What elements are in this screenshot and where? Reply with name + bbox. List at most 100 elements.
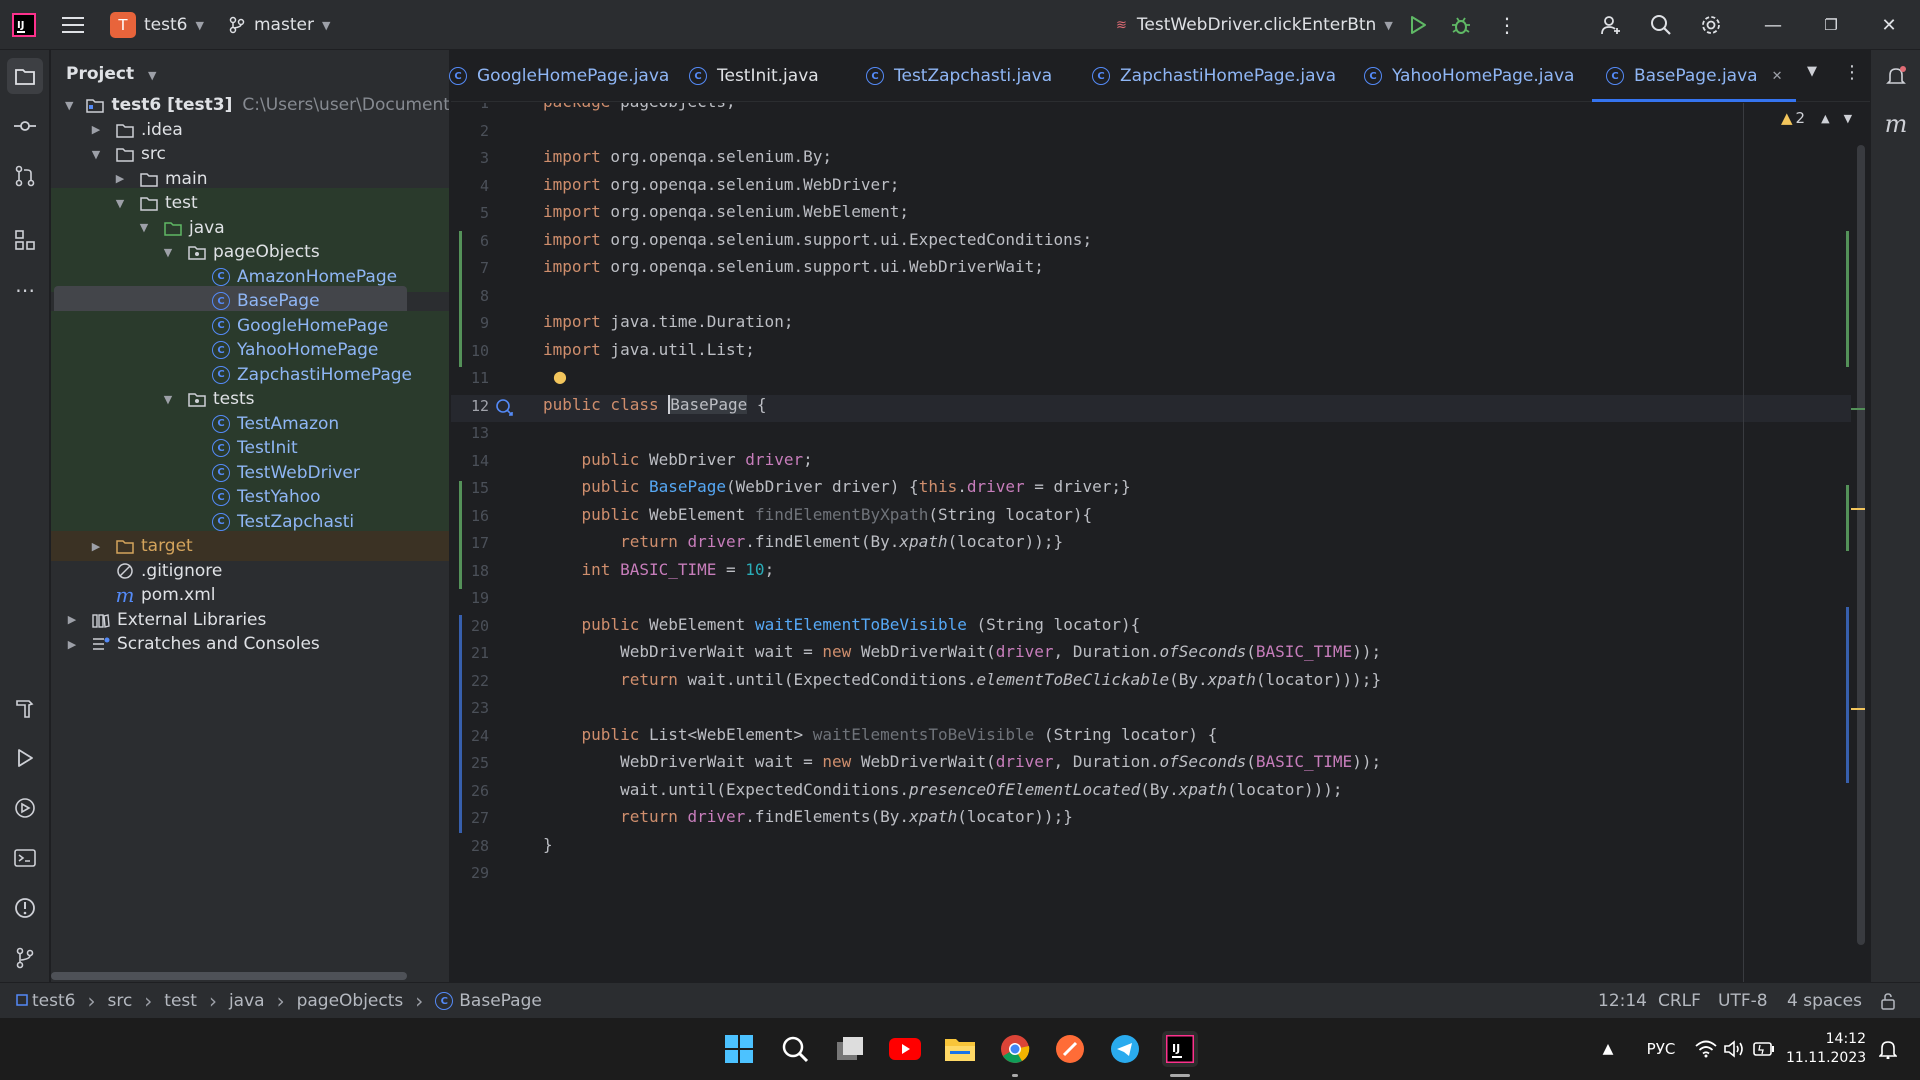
tree-item-label: External Libraries — [117, 609, 267, 630]
file-explorer-icon[interactable] — [942, 1031, 978, 1067]
commit-icon[interactable] — [7, 108, 43, 144]
breadcrumb-item[interactable]: BasePage — [459, 991, 542, 1011]
clock[interactable]: 14:12 11.11.2023 — [1786, 1030, 1866, 1068]
code-token: .findElements(By. — [745, 807, 910, 826]
code-with-me-icon[interactable] — [1600, 0, 1622, 50]
line-number: 4 — [479, 176, 489, 195]
line-number: 6 — [479, 231, 489, 250]
chevron-down-icon[interactable]: ▼ — [137, 221, 151, 234]
run-config-selector[interactable]: ≋ TestWebDriver.clickEnterBtn ▼ — [1116, 0, 1393, 50]
branch-switcher[interactable]: master ▼ — [228, 0, 330, 50]
run-tool-icon[interactable] — [7, 740, 43, 776]
tab-testzapchasti-java[interactable]: C TestZapchasti.java — [866, 50, 1052, 102]
chevron-right-icon[interactable]: ▶ — [89, 540, 103, 553]
intellij-logo-icon[interactable]: IJ — [12, 0, 36, 50]
line-number: 28 — [470, 836, 489, 855]
warning-count: 2 — [1795, 109, 1806, 127]
chevron-up-icon[interactable]: ▲ — [1821, 112, 1829, 125]
project-tool-icon[interactable] — [7, 58, 43, 94]
chevron-right-icon[interactable]: ▶ — [89, 123, 103, 136]
chrome-icon[interactable] — [997, 1031, 1033, 1067]
notification-bell-icon[interactable] — [1870, 1031, 1906, 1067]
intellij-taskbar-icon[interactable]: IJ — [1162, 1031, 1198, 1067]
chevron-right-icon[interactable]: ▶ — [65, 613, 79, 626]
terminal-icon[interactable] — [7, 840, 43, 876]
chevron-down-icon[interactable]: ▼ — [113, 197, 127, 210]
chevron-right-icon[interactable]: ▶ — [113, 172, 127, 185]
show-hidden-icons-chevron-up-icon[interactable]: ▲ — [1590, 1031, 1626, 1067]
line-separator[interactable]: CRLF — [1658, 983, 1701, 1019]
file-encoding[interactable]: UTF-8 — [1718, 983, 1768, 1019]
code-token: driver — [995, 642, 1054, 661]
junit-icon: ≋ — [1116, 17, 1127, 33]
windows-start-icon[interactable] — [721, 1031, 757, 1067]
chevron-down-icon[interactable]: ▼ — [89, 148, 103, 161]
chevron-down-icon[interactable]: ▼ — [161, 393, 175, 406]
structure-icon[interactable] — [7, 222, 43, 258]
inspection-widget[interactable]: ▲ 2 ▲ ▼ — [1781, 109, 1852, 127]
tree-row-scratches-and-consoles[interactable]: ▶ Scratches and Consoles — [51, 629, 449, 659]
battery-icon[interactable] — [1746, 1031, 1782, 1067]
java-class-icon: C — [435, 992, 454, 1010]
breadcrumb-item[interactable]: pageObjects — [297, 991, 404, 1011]
vertical-scrollbar[interactable] — [1857, 145, 1865, 945]
youtube-icon[interactable] — [887, 1031, 923, 1067]
input-language[interactable]: РУС — [1636, 1031, 1686, 1067]
code-editor[interactable]: 1 2 3 4 5 6 7 8 9 10 11 12 13 14 15 16 17 18 19 20 21 22 23 24 2… — [451, 103, 1870, 982]
build-hammer-icon[interactable] — [7, 690, 43, 726]
close-window-button[interactable]: ✕ — [1860, 0, 1918, 50]
breadcrumb-item[interactable]: src — [107, 991, 132, 1011]
chevron-right-icon[interactable]: ▶ — [65, 638, 79, 651]
tabs-dropdown-icon[interactable]: ▼ — [1807, 64, 1817, 79]
telegram-icon[interactable] — [1107, 1031, 1143, 1067]
chevron-down-icon[interactable]: ▼ — [161, 246, 175, 259]
chevron-down-icon: ▼ — [1384, 18, 1393, 32]
indent-setting[interactable]: 4 spaces — [1787, 983, 1862, 1019]
code-token: int — [543, 559, 621, 579]
module-folder-icon — [85, 95, 105, 115]
gutter-class-icon[interactable] — [495, 398, 515, 422]
module-icon — [16, 991, 28, 1011]
breadcrumb-item[interactable]: java — [229, 991, 265, 1011]
project-panel-header[interactable]: Project ▼ — [66, 64, 156, 84]
tab-basepage-java[interactable]: C BasePage.java ✕ — [1592, 50, 1797, 102]
debug-icon[interactable] — [1450, 0, 1472, 50]
chevron-down-icon[interactable]: ▼ — [65, 99, 73, 112]
search-icon[interactable] — [1650, 0, 1672, 50]
minimize-button[interactable]: — — [1744, 0, 1802, 50]
lock-icon[interactable] — [1880, 983, 1896, 1019]
close-tab-icon[interactable]: ✕ — [1772, 69, 1783, 84]
tab-yahoohomepage-java[interactable]: C YahooHomePage.java — [1364, 50, 1574, 102]
maven-icon[interactable]: m — [1878, 106, 1914, 142]
postman-icon[interactable] — [1052, 1031, 1088, 1067]
more-actions-icon[interactable]: ⋮ — [1497, 0, 1517, 50]
tree-item-label: tests — [213, 389, 255, 409]
settings-gear-icon[interactable] — [1700, 0, 1722, 50]
more-tools-icon[interactable]: ⋯ — [7, 272, 43, 308]
restore-button[interactable]: ❐ — [1802, 0, 1860, 50]
main-menu-icon[interactable] — [62, 0, 84, 50]
git-icon[interactable] — [7, 940, 43, 976]
intention-bulb-icon[interactable]: ● — [553, 367, 567, 386]
services-icon[interactable] — [7, 790, 43, 826]
project-badge: T — [110, 12, 136, 38]
chevron-down-icon[interactable]: ▼ — [1844, 112, 1852, 125]
caret-position[interactable]: 12:14 — [1598, 983, 1647, 1019]
java-class-icon: C — [211, 365, 231, 385]
run-icon[interactable] — [1408, 0, 1428, 50]
breadcrumb-item[interactable]: test6 — [32, 991, 75, 1011]
tab-googlehomepage-java[interactable]: C GoogleHomePage.java — [449, 50, 669, 102]
problems-icon[interactable] — [7, 890, 43, 926]
pull-requests-icon[interactable] — [7, 158, 43, 194]
horizontal-scrollbar[interactable] — [51, 972, 407, 980]
notifications-bell-icon[interactable] — [1878, 58, 1914, 94]
code-token: return — [543, 807, 688, 826]
code-line: import org.openqa.selenium.By; — [543, 147, 832, 166]
breadcrumb-item[interactable]: test — [164, 991, 197, 1011]
taskbar-search-icon[interactable] — [777, 1031, 813, 1067]
tab-zapchastihomepage-java[interactable]: C ZapchastiHomePage.java — [1092, 50, 1336, 102]
project-switcher[interactable]: T test6 ▼ — [110, 0, 204, 50]
task-view-icon[interactable] — [832, 1031, 868, 1067]
tab-testinit-java[interactable]: C TestInit.java — [689, 50, 819, 102]
tabs-more-icon[interactable]: ⋮ — [1843, 62, 1861, 83]
